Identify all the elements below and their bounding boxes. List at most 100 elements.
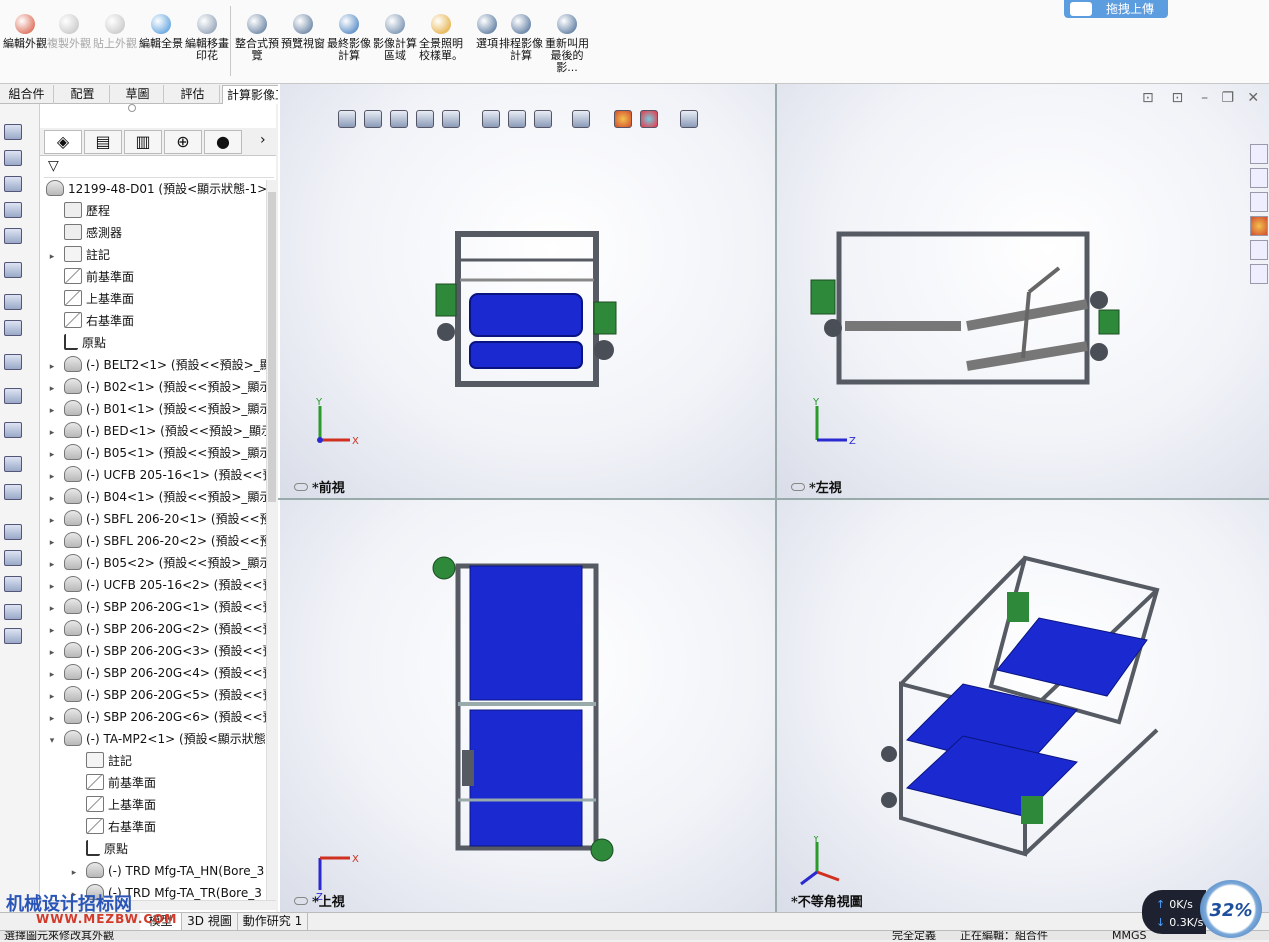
assembly-features-icon[interactable] <box>4 576 22 592</box>
configuration-manager-tab[interactable]: ▥ <box>124 130 162 154</box>
chevron-right-icon[interactable]: › <box>260 132 266 148</box>
tree-item[interactable]: ▸ (-) SBFL 206-20<2> (預設<<預 <box>46 530 266 552</box>
ribbon-button-integrated-preview[interactable]: 整合式預覽 <box>234 12 280 82</box>
tree-item[interactable]: ▸ (-) B02<1> (預設<<預設>_顯示 <box>46 376 266 398</box>
graphics-area[interactable]: Y X *前視 Y Z *左視 Z X *上視 Y *不等角視圖 <box>278 84 1269 912</box>
tree-item[interactable]: ▸ 註記 <box>46 244 110 266</box>
apply-scene-icon[interactable] <box>614 110 632 128</box>
viewport-isometric[interactable]: Y Z *不等角視圖 <box>777 500 1269 912</box>
exploded-view-icon[interactable] <box>4 354 22 370</box>
dimxpert-tab[interactable]: ⊕ <box>164 130 202 154</box>
expand-arrow-icon[interactable]: ▸ <box>46 422 58 444</box>
expand-arrow-icon[interactable]: ▸ <box>46 598 58 620</box>
ribbon-button-edit-appearance[interactable]: 編輯外觀 <box>2 12 48 82</box>
file-explorer-icon[interactable] <box>1250 192 1268 212</box>
smart-fasteners-icon[interactable] <box>4 202 22 218</box>
tree-item[interactable]: 前基準面 <box>46 266 134 288</box>
link-views-icon[interactable] <box>791 483 805 491</box>
show-hidden-icon[interactable] <box>4 604 22 620</box>
expand-arrow-icon[interactable]: ▸ <box>46 510 58 532</box>
measure-icon[interactable] <box>4 628 22 644</box>
viewport-front[interactable]: Y X *前視 <box>280 84 775 498</box>
expand-arrow-icon[interactable]: ▸ <box>46 444 58 466</box>
tree-item[interactable]: 上基準面 <box>68 794 156 816</box>
expand-arrow-icon[interactable]: ▸ <box>46 400 58 422</box>
expand-arrow-icon[interactable]: ▸ <box>46 664 58 686</box>
tree-item[interactable]: ▸ (-) SBP 206-20G<6> (預設<<預 <box>46 706 266 728</box>
expand-arrow-icon[interactable]: ▸ <box>46 576 58 598</box>
bottom-tab-2[interactable]: 動作研究 1 <box>238 913 308 931</box>
tree-item[interactable]: ▾ (-) TA-MP2<1> (預設<顯示狀態 <box>46 728 266 750</box>
expand-arrow-icon[interactable]: ▸ <box>46 246 58 268</box>
view-palette-icon[interactable] <box>1250 264 1268 284</box>
edit-appearance-icon[interactable] <box>572 110 590 128</box>
custom-properties-icon[interactable] <box>1250 240 1268 260</box>
expand-arrow-icon[interactable]: ▸ <box>46 378 58 400</box>
close-icon[interactable]: ✕ <box>1247 90 1259 106</box>
dynamic-annotation-icon[interactable] <box>442 110 460 128</box>
expand-arrow-icon[interactable]: ▸ <box>46 620 58 642</box>
new-motion-study-icon[interactable] <box>4 294 22 310</box>
instant3d-icon[interactable] <box>4 388 22 404</box>
tree-vertical-scrollbar[interactable] <box>266 180 276 900</box>
mate-icon[interactable] <box>4 524 22 540</box>
tree-item[interactable]: ▸ (-) SBP 206-20G<5> (預設<<預 <box>46 684 266 706</box>
tree-item[interactable]: ▸ (-) UCFB 205-16<1> (預設<<預 <box>46 464 266 486</box>
tree-item[interactable]: 原點 <box>68 838 128 860</box>
tree-item[interactable]: ▸ (-) BELT2<1> (預設<<預設>_顯 <box>46 354 266 376</box>
expand-arrow-icon[interactable]: ▸ <box>46 356 58 378</box>
tab-2[interactable]: 草圖 <box>112 85 164 104</box>
expand-arrow-icon[interactable]: ▸ <box>46 708 58 730</box>
tree-item[interactable]: 上基準面 <box>46 288 134 310</box>
display-manager-tab[interactable]: ● <box>204 130 242 154</box>
tree-item[interactable]: 原點 <box>46 332 106 354</box>
insert-component-icon[interactable] <box>4 124 22 140</box>
tree-filter[interactable]: ▽ <box>44 156 274 178</box>
tree-item[interactable]: ▸ (-) BED<1> (預設<<預設>_顯示 <box>46 420 266 442</box>
paperclip-icon[interactable] <box>4 150 22 166</box>
tree-item[interactable]: 右基準面 <box>46 310 134 332</box>
link-views-icon[interactable] <box>294 897 308 905</box>
tree-root[interactable]: 12199-48-D01 (預設<顯示狀態-1>) <box>42 178 266 200</box>
memory-usage-gauge[interactable]: 32% <box>1200 880 1262 938</box>
tree-item[interactable]: ▸ (-) SBFL 206-20<1> (預設<<預 <box>46 508 266 530</box>
ribbon-button-schedule-render[interactable]: 排程影像計算 <box>498 12 544 82</box>
view-settings-icon[interactable] <box>640 110 658 128</box>
next-viewport-icon[interactable]: ⊡ <box>1172 90 1184 106</box>
ribbon-button-edit-decal[interactable]: 編輯移畫印花 <box>184 12 230 82</box>
tree-item[interactable]: ▸ (-) B05<1> (預設<<預設>_顯示 <box>46 442 266 464</box>
tree-item[interactable]: ▸ (-) B04<1> (預設<<預設>_顯示 <box>46 486 266 508</box>
property-manager-tab[interactable]: ▤ <box>84 130 122 154</box>
tree-item[interactable]: ▸ (-) B05<2> (預設<<預設>_顯示 <box>46 552 266 574</box>
view-orientation-icon[interactable] <box>482 110 500 128</box>
take-snapshot-icon[interactable] <box>4 456 22 472</box>
tree-item[interactable]: ▸ (-) SBP 206-20G<4> (預設<<預 <box>46 662 266 684</box>
section-view-icon[interactable] <box>416 110 434 128</box>
filter-icon[interactable]: ▽ <box>48 158 59 174</box>
tab-1[interactable]: 配置 <box>56 85 110 104</box>
display-style-icon[interactable] <box>508 110 526 128</box>
viewport-top[interactable]: Z X *上視 <box>280 500 775 912</box>
expand-arrow-icon[interactable]: ▸ <box>68 862 80 884</box>
zoom-to-area-icon[interactable] <box>364 110 382 128</box>
hide-show-items-icon[interactable] <box>534 110 552 128</box>
linear-pattern-icon[interactable] <box>4 176 22 192</box>
scrollbar-thumb[interactable] <box>268 192 276 502</box>
tree-item[interactable]: ▸ (-) SBP 206-20G<3> (預設<<預 <box>46 640 266 662</box>
expand-arrow-icon[interactable]: ▸ <box>46 554 58 576</box>
tree-item[interactable]: 右基準面 <box>68 816 156 838</box>
status-units[interactable]: MMGS <box>1112 931 1147 940</box>
reference-geometry-icon[interactable] <box>4 262 22 278</box>
large-assembly-icon[interactable] <box>4 484 22 500</box>
bill-of-materials-icon[interactable] <box>4 320 22 336</box>
expand-arrow-icon[interactable]: ▾ <box>46 730 58 752</box>
appearances-icon[interactable] <box>1250 216 1268 236</box>
ribbon-button-edit-scene[interactable]: 編輯全景 <box>138 12 184 82</box>
upload-button[interactable]: 拖拽上傳 <box>1064 0 1168 18</box>
viewport-splitter-horizontal[interactable] <box>278 498 1269 500</box>
expand-arrow-icon[interactable]: ▸ <box>46 532 58 554</box>
solidworks-resources-icon[interactable] <box>1250 144 1268 164</box>
minimize-icon[interactable]: – <box>1201 90 1208 106</box>
tab-3[interactable]: 評估 <box>166 85 220 104</box>
ribbon-button-final-render[interactable]: 最終影像計算 <box>326 12 372 82</box>
